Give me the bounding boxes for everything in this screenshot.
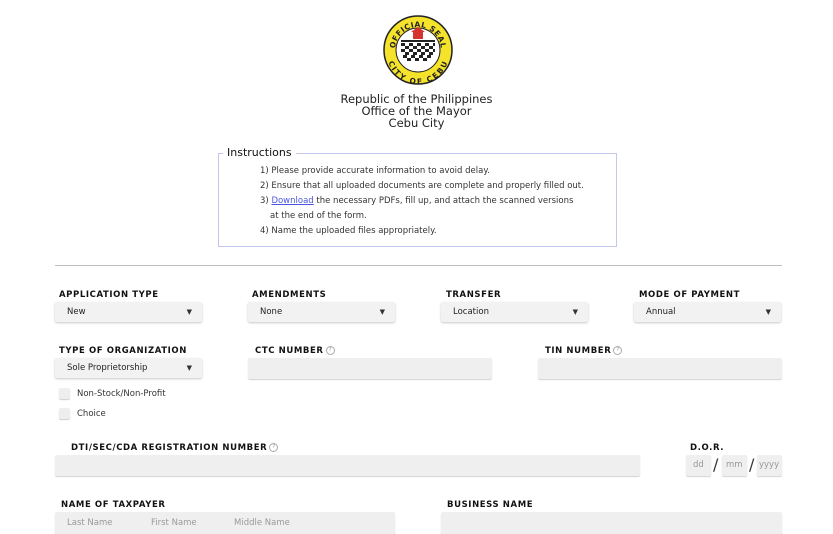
dor-day-input[interactable]: dd [686, 455, 711, 476]
ctc-number-label: CTC NUMBER? [255, 346, 335, 356]
dor-month-placeholder: mm [726, 460, 743, 470]
organization-type-select[interactable]: Sole Proprietorship ▼ [55, 358, 202, 378]
date-separator: / [713, 455, 719, 474]
first-name-input[interactable]: First Name [151, 518, 197, 528]
application-type-value: New [67, 307, 86, 317]
download-link[interactable]: Download [271, 196, 313, 206]
official-seal-logo: OFFICIAL SEAL CITY OF CEBU [383, 15, 453, 85]
section-divider [55, 265, 782, 266]
dor-label: D.O.R. [690, 443, 725, 453]
business-name-label: BUSINESS NAME [447, 500, 534, 510]
tin-number-input[interactable] [538, 358, 782, 379]
instruction-item-4: 4) Name the uploaded files appropriately… [260, 226, 437, 236]
dor-year-input[interactable]: yyyy [757, 455, 782, 476]
header-city: Cebu City [388, 116, 445, 130]
chevron-down-icon: ▼ [765, 308, 771, 316]
instruction-item-3-continued: at the end of the form. [270, 211, 367, 221]
tin-number-label-text: TIN NUMBER [545, 346, 612, 356]
organization-type-label: TYPE OF ORGANIZATION [59, 346, 187, 356]
registration-number-label-text: DTI/SEC/CDA REGISTRATION NUMBER [71, 443, 268, 453]
ctc-number-label-text: CTC NUMBER [255, 346, 324, 356]
application-type-label: APPLICATION TYPE [59, 290, 159, 300]
amendments-value: None [260, 307, 283, 317]
amendments-label: AMENDMENTS [252, 290, 327, 300]
dor-month-input[interactable]: mm [722, 455, 747, 476]
instruction-item-2: 2) Ensure that all uploaded documents ar… [260, 181, 584, 191]
chevron-down-icon: ▼ [379, 308, 385, 316]
transfer-select[interactable]: Location ▼ [441, 302, 588, 322]
registration-number-label: DTI/SEC/CDA REGISTRATION NUMBER? [71, 443, 279, 453]
instruction-item-3: 3) Download the necessary PDFs, fill up,… [260, 196, 573, 206]
help-icon[interactable]: ? [269, 443, 279, 452]
choice-checkbox[interactable] [59, 408, 70, 419]
instruction-item-1: 1) Please provide accurate information t… [260, 166, 490, 176]
help-icon[interactable]: ? [325, 346, 335, 355]
mode-of-payment-label: MODE OF PAYMENT [639, 290, 741, 300]
taxpayer-name-group: Last Name First Name Middle Name [55, 512, 395, 534]
help-icon[interactable]: ? [613, 346, 623, 355]
non-stock-label: Non-Stock/Non-Profit [77, 389, 166, 399]
instructions-title: Instructions [223, 146, 296, 159]
transfer-value: Location [453, 307, 489, 317]
transfer-label: TRANSFER [446, 290, 502, 300]
mode-of-payment-select[interactable]: Annual ▼ [634, 302, 781, 322]
amendments-select[interactable]: None ▼ [248, 302, 395, 322]
instruction-item-3-prefix: 3) [260, 196, 272, 206]
organization-type-value: Sole Proprietorship [67, 363, 148, 373]
date-separator: / [749, 455, 755, 474]
tin-number-label: TIN NUMBER? [545, 346, 623, 356]
instruction-item-3-suffix: the necessary PDFs, fill up, and attach … [313, 196, 574, 206]
non-stock-checkbox[interactable] [59, 388, 70, 399]
choice-label: Choice [77, 409, 106, 419]
taxpayer-name-label: NAME OF TAXPAYER [61, 500, 166, 510]
ctc-number-input[interactable] [248, 358, 492, 379]
chevron-down-icon: ▼ [186, 308, 192, 316]
chevron-down-icon: ▼ [186, 364, 192, 372]
dor-day-placeholder: dd [693, 460, 704, 470]
last-name-input[interactable]: Last Name [67, 518, 112, 528]
middle-name-input[interactable]: Middle Name [234, 518, 290, 528]
business-name-input[interactable] [441, 512, 782, 534]
mode-of-payment-value: Annual [646, 307, 676, 317]
registration-number-input[interactable] [55, 455, 640, 476]
application-type-select[interactable]: New ▼ [55, 302, 202, 322]
dor-year-placeholder: yyyy [759, 460, 780, 470]
chevron-down-icon: ▼ [572, 308, 578, 316]
